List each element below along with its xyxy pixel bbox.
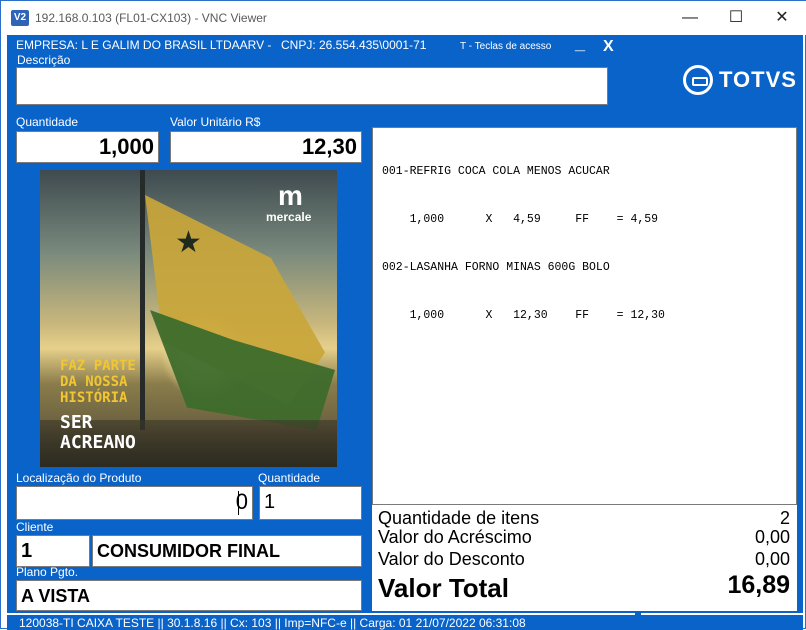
- payment-plan-label: Plano Pgto.: [16, 565, 79, 579]
- items-count-label: Quantidade de itens: [378, 508, 540, 528]
- totvs-wordmark: TOTVS: [719, 67, 797, 92]
- minimize-app-button[interactable]: _: [575, 33, 585, 54]
- items-count-value: 2: [779, 508, 790, 528]
- mercale-logo-text: mercale: [266, 210, 312, 224]
- customer-name-field[interactable]: CONSUMIDOR FINAL: [92, 535, 362, 567]
- customer-name-value: CONSUMIDOR FINAL: [97, 541, 280, 561]
- title-bar[interactable]: V2 192.168.0.103 (FL01-CX103) - VNC View…: [1, 1, 806, 37]
- window-title: 192.168.0.103 (FL01-CX103) - VNC Viewer: [35, 11, 267, 25]
- receipt-line: 1,000 X 4,59 FF = 4,59: [382, 213, 659, 226]
- receipt-line: 001-REFRIG COCA COLA MENOS ACUCAR: [382, 165, 610, 178]
- description-label: Descrição: [17, 53, 71, 67]
- vnc-app-icon: V2: [11, 10, 29, 26]
- banner-slogan: FAZ PARTE DA NOSSA HISTÓRIA: [60, 358, 136, 406]
- product-location-label: Localização do Produto: [16, 471, 142, 485]
- receipt-lines: 001-REFRIG COCA COLA MENOS ACUCAR 1,000 …: [382, 132, 665, 356]
- close-app-button[interactable]: X: [603, 38, 614, 56]
- banner-flag-pole: [140, 170, 145, 430]
- surcharge-label: Valor do Acréscimo: [378, 527, 532, 547]
- status-bar-secondary: [641, 613, 803, 630]
- quantity-field[interactable]: 1,000: [16, 131, 159, 163]
- receipt-line: 1,000 X 12,30 FF = 12,30: [382, 309, 665, 322]
- discount-value: 0,00: [754, 549, 790, 569]
- minimize-window-button[interactable]: —: [667, 5, 713, 31]
- customer-code-field[interactable]: 1: [16, 535, 90, 567]
- pdv-screen: EMPRESA: L E GALIM DO BRASIL LTDAARV - C…: [7, 33, 803, 630]
- customer-label: Cliente: [16, 520, 54, 534]
- product-location-value: 0: [235, 489, 248, 514]
- total-label: Valor Total: [378, 573, 509, 603]
- totvs-logo: TOTVS: [683, 65, 797, 95]
- lookup-quantity-value: 1: [264, 491, 276, 513]
- surcharge-row: Valor do Acréscimo 0,00: [378, 527, 790, 548]
- banner-flag-star: ★: [175, 226, 202, 259]
- mercale-banner-image: ★ m mercale FAZ PARTE DA NOSSA HISTÓRIA …: [40, 170, 337, 467]
- items-count-row: Quantidade de itens 2: [378, 508, 790, 529]
- description-field[interactable]: [16, 67, 608, 105]
- discount-label: Valor do Desconto: [378, 549, 525, 569]
- quantity-label: Quantidade: [16, 115, 79, 129]
- quantity-value: 1,000: [98, 134, 154, 159]
- unit-price-label: Valor Unitário R$: [170, 115, 261, 129]
- status-bar: 120038-TI CAIXA TESTE || 30.1.8.16 || Cx…: [7, 613, 635, 630]
- total-value: 16,89: [727, 571, 790, 599]
- receipt-panel[interactable]: 001-REFRIG COCA COLA MENOS ACUCAR 1,000 …: [372, 127, 797, 505]
- mercale-logo-mark: m: [278, 180, 303, 211]
- totals-panel: Quantidade de itens 2 Valor do Acréscimo…: [372, 505, 797, 611]
- totvs-logo-icon: [683, 65, 713, 95]
- description-value: [17, 72, 21, 94]
- vnc-viewer-window: V2 192.168.0.103 (FL01-CX103) - VNC View…: [0, 0, 806, 630]
- company-cnpj: CNPJ: 26.554.435\0001-71: [281, 38, 427, 52]
- lookup-quantity-label: Quantidade: [258, 471, 321, 485]
- maximize-window-button[interactable]: ☐: [713, 5, 759, 31]
- discount-row: Valor do Desconto 0,00: [378, 549, 790, 570]
- unit-price-value: 12,30: [301, 134, 357, 159]
- text-cursor: [238, 491, 239, 515]
- banner-tagline: SER ACREANO: [60, 412, 136, 453]
- payment-plan-value: A VISTA: [21, 586, 91, 606]
- lookup-quantity-field[interactable]: 1: [259, 486, 362, 520]
- surcharge-value: 0,00: [754, 527, 790, 547]
- customer-code-value: 1: [21, 540, 33, 562]
- receipt-line: 002-LASANHA FORNO MINAS 600G BOLO: [382, 261, 610, 274]
- shortcut-keys-hint[interactable]: T - Teclas de acesso: [460, 41, 551, 52]
- company-name: EMPRESA: L E GALIM DO BRASIL LTDAARV -: [16, 38, 272, 52]
- total-row: Valor Total 16,89: [378, 571, 790, 604]
- product-location-field[interactable]: 0: [16, 486, 253, 520]
- close-window-button[interactable]: ✕: [759, 5, 805, 31]
- payment-plan-field[interactable]: A VISTA: [16, 580, 362, 611]
- unit-price-field[interactable]: 12,30: [170, 131, 362, 163]
